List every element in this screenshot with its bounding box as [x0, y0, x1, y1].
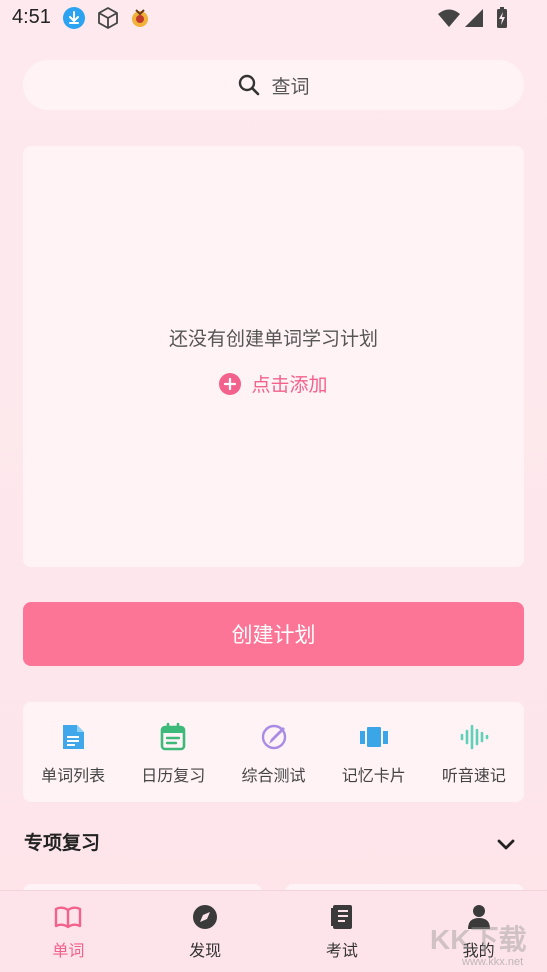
- search-placeholder: 查词: [271, 75, 310, 98]
- app-icon: [132, 9, 148, 27]
- feature-listening-memo[interactable]: 听音速记: [424, 702, 524, 802]
- test-icon: [261, 724, 286, 750]
- exam-icon: [330, 905, 352, 929]
- signal-icon: [465, 9, 483, 27]
- nav-label: 考试: [325, 941, 358, 960]
- watermark-logo: KK下载: [430, 924, 527, 955]
- box-icon: [98, 7, 118, 29]
- nav-label: 发现: [189, 941, 222, 960]
- feature-word-list[interactable]: 单词列表: [23, 702, 123, 802]
- study-plan-card: 还没有创建单词学习计划 点击添加: [23, 146, 524, 567]
- cards-icon: [359, 727, 388, 747]
- feature-label: 记忆卡片: [341, 766, 406, 785]
- nav-item-words[interactable]: 单词: [0, 891, 137, 972]
- add-plan-link[interactable]: 点击添加: [23, 370, 524, 397]
- nav-item-exam[interactable]: 考试: [274, 891, 411, 972]
- feature-label: 日历复习: [141, 766, 206, 785]
- chevron-down-icon[interactable]: [494, 832, 518, 856]
- book-icon: [55, 906, 82, 929]
- plus-circle-icon: [219, 372, 242, 395]
- wifi-icon: [438, 9, 460, 27]
- search-bar[interactable]: 查词: [23, 60, 524, 110]
- create-plan-label: 创建计划: [231, 623, 316, 647]
- audio-wave-icon: [460, 724, 489, 750]
- document-icon: [63, 725, 85, 749]
- empty-plan-text: 还没有创建单词学习计划: [168, 328, 378, 350]
- nav-label: 单词: [52, 941, 85, 960]
- calendar-icon: [160, 722, 186, 751]
- compass-icon: [193, 905, 218, 929]
- battery-icon: [497, 7, 507, 28]
- feature-calendar-review[interactable]: 日历复习: [123, 702, 223, 802]
- feature-label: 听音速记: [441, 766, 506, 785]
- feature-shortcuts: 单词列表 日历复习 综合测试 记忆卡片 听音速记: [23, 702, 524, 802]
- feature-comprehensive-test[interactable]: 综合测试: [223, 702, 323, 802]
- download-icon: [63, 7, 85, 29]
- feature-memory-cards[interactable]: 记忆卡片: [324, 702, 424, 802]
- status-time: 4:51: [12, 6, 51, 28]
- special-review-title: 专项复习: [24, 832, 101, 854]
- status-bar: 4:51: [0, 0, 547, 36]
- create-plan-button[interactable]: 创建计划: [23, 602, 524, 666]
- feature-label: 综合测试: [241, 766, 306, 785]
- feature-label: 单词列表: [41, 766, 106, 785]
- nav-item-discover[interactable]: 发现: [137, 891, 274, 972]
- watermark-url: www.kkx.net: [462, 956, 524, 968]
- search-icon: [239, 74, 260, 96]
- add-plan-label: 点击添加: [251, 374, 328, 396]
